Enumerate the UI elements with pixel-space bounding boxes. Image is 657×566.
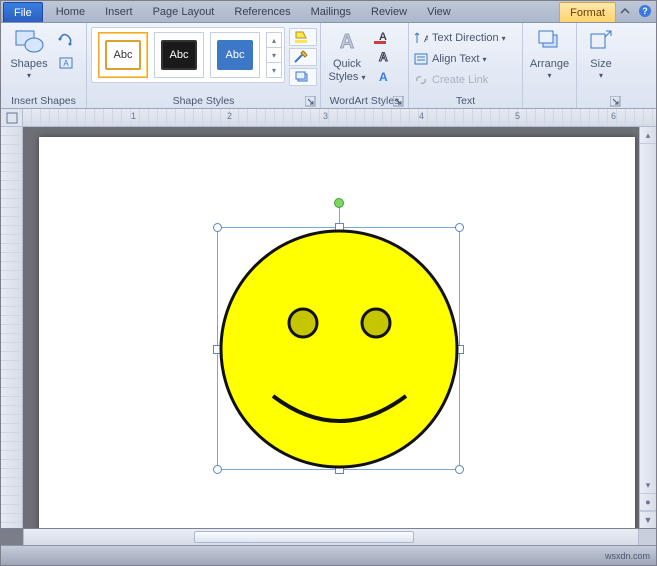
document-area: ▴ ▾ ● ▼ [1,127,656,528]
tab-review[interactable]: Review [361,2,417,22]
scroll-track[interactable] [640,144,656,477]
smiley-shape[interactable] [218,228,461,471]
browse-prev-button[interactable]: ● [640,494,656,511]
watermark-text: wsxdn.com [605,551,650,561]
align-text-icon [413,51,429,67]
edit-shape-button[interactable] [55,28,77,50]
scroll-down-button[interactable]: ▾ [640,477,656,494]
svg-text:A: A [379,50,388,64]
group-arrange: Arrange▾ [523,23,577,108]
ruler-vertical[interactable] [1,127,23,528]
text-box-button[interactable]: A [55,52,77,74]
ribbon-tabstrip: File Home Insert Page Layout References … [1,1,656,23]
minimize-ribbon-icon[interactable] [616,2,634,20]
group-label: Text [413,94,518,108]
app-window: File Home Insert Page Layout References … [0,0,657,566]
scrollbar-horizontal[interactable] [1,528,656,545]
quick-label-2: Styles ▾ [328,71,365,83]
ruler-corner[interactable] [1,109,23,126]
ribbon: Shapes ▾ A Insert Shapes Abc [1,23,656,109]
text-direction-icon: A [413,30,429,46]
tab-home[interactable]: Home [46,2,95,22]
svg-text:A: A [424,34,428,44]
arrange-icon [534,25,566,57]
group-label: Shape Styles [91,94,316,108]
dialog-launcher-icon[interactable] [304,96,316,108]
group-label [581,94,621,108]
svg-text:A: A [63,59,69,68]
ruler-ticks: 1 2 3 4 5 6 [23,109,656,126]
tab-insert[interactable]: Insert [95,2,143,22]
create-link-button: Create Link [413,70,492,90]
tab-mailings[interactable]: Mailings [301,2,361,22]
group-label [527,94,572,108]
dialog-launcher-icon[interactable] [609,96,621,108]
group-insert-shapes: Shapes ▾ A Insert Shapes [1,23,87,108]
text-outline-button[interactable]: A [371,48,393,66]
arrange-button[interactable]: Arrange▾ [527,25,572,80]
shapes-label: Shapes [10,58,47,70]
style-swatch-3[interactable]: Abc [210,32,260,78]
browse-next-button[interactable]: ▼ [640,511,656,528]
ruler-horizontal[interactable]: 1 2 3 4 5 6 [1,109,656,127]
style-swatch-2[interactable]: Abc [154,32,204,78]
svg-text:A: A [340,31,354,53]
page[interactable] [39,137,635,528]
text-direction-button[interactable]: A Text Direction▾ [413,28,510,48]
scroll-up-button[interactable]: ▴ [640,127,656,144]
group-wordart-styles: A Quick Styles ▾ A A A WordArt Styles [321,23,409,108]
rotation-handle[interactable] [334,198,344,208]
shape-selection-box[interactable] [217,227,460,470]
gallery-scroll[interactable]: ▴▾▾ [266,32,282,78]
help-icon[interactable]: ? [636,2,654,20]
text-effects-button[interactable]: A [371,68,393,86]
dropdown-caret-icon: ▾ [27,71,31,80]
size-icon [585,25,617,57]
quick-styles-button[interactable]: A Quick Styles ▾ [325,25,369,83]
style-swatch-1[interactable]: Abc [98,32,148,78]
group-text: A Text Direction▾ Align Text▾ Create Lin… [409,23,523,108]
text-fill-button[interactable]: A [371,28,393,46]
group-shape-styles: Abc Abc Abc ▴▾▾ Shape Sty [87,23,321,108]
group-size: Size▾ [577,23,625,108]
shape-style-gallery[interactable]: Abc Abc Abc ▴▾▾ [91,27,285,83]
tab-references[interactable]: References [224,2,300,22]
shapes-icon [13,25,45,57]
tab-format[interactable]: Format [559,2,616,22]
wordart-icon: A [331,25,363,57]
status-bar: wsxdn.com [1,545,656,565]
quick-label-1: Quick [333,58,361,70]
scroll-thumb[interactable] [194,531,414,543]
scrollbar-vertical[interactable]: ▴ ▾ ● ▼ [639,127,656,528]
shapes-gallery-button[interactable]: Shapes ▾ [5,25,53,80]
svg-text:A: A [379,70,388,84]
shape-effects-button[interactable] [289,68,317,86]
svg-text:?: ? [642,6,648,16]
group-label: WordArt Styles [325,94,404,108]
canvas[interactable] [23,127,639,528]
tab-file[interactable]: File [3,2,43,22]
tab-page-layout[interactable]: Page Layout [143,2,225,22]
size-button[interactable]: Size▾ [581,25,621,80]
shape-fill-button[interactable] [289,28,317,46]
link-icon [413,72,429,88]
tab-view[interactable]: View [417,2,461,22]
shape-outline-button[interactable] [289,48,317,66]
dialog-launcher-icon[interactable] [392,96,404,108]
align-text-button[interactable]: Align Text▾ [413,49,491,69]
group-label: Insert Shapes [5,94,82,108]
